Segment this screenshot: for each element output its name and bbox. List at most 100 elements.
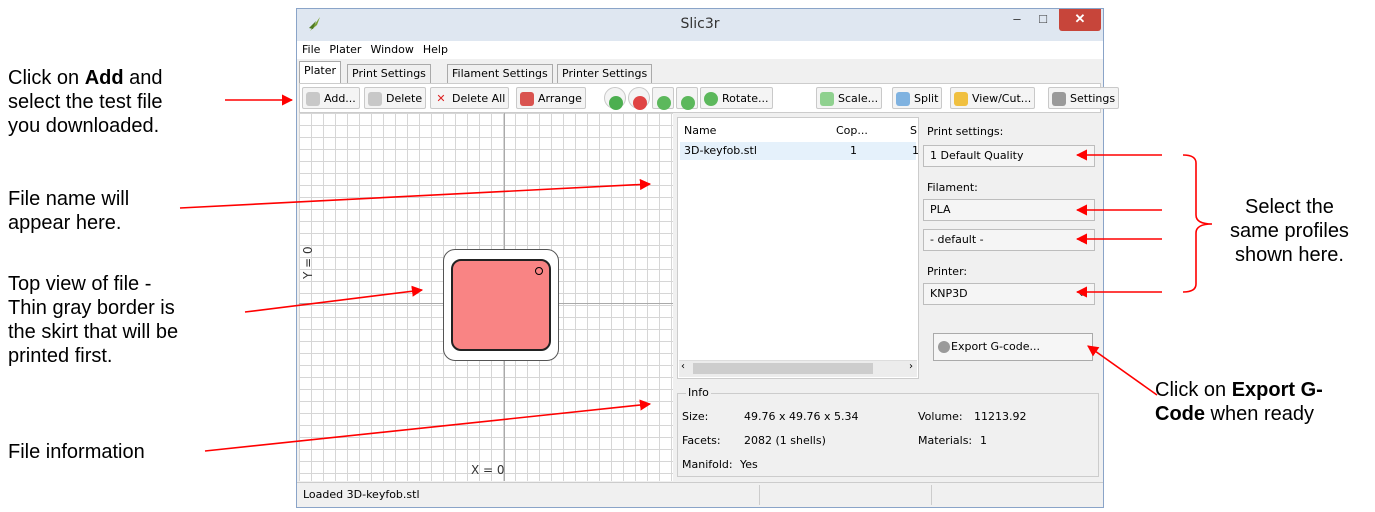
- delete-button-label: Delete: [386, 92, 423, 105]
- volume-label: Volume:: [918, 410, 963, 423]
- scroll-left-icon[interactable]: ‹: [681, 361, 685, 372]
- menu-plater[interactable]: Plater: [324, 41, 365, 56]
- facets-label: Facets:: [682, 434, 721, 447]
- print-settings-label: Print settings:: [927, 125, 1004, 138]
- status-bar: Loaded 3D-keyfob.stl: [297, 482, 1103, 507]
- settings-button-label: Settings: [1070, 92, 1116, 105]
- arrange-button-label: Arrange: [538, 92, 582, 105]
- facets-value: 2082 (1 shells): [744, 434, 826, 447]
- keyring-hole: [535, 267, 543, 275]
- callout-profiles: Select the same profiles shown here.: [1230, 195, 1349, 267]
- increase-copies-button[interactable]: [604, 87, 626, 110]
- printer-label: Printer:: [927, 265, 968, 278]
- minimize-button[interactable]: –: [1005, 9, 1029, 31]
- delete-button[interactable]: Delete: [364, 87, 427, 109]
- column-scale-header[interactable]: S: [910, 124, 917, 137]
- scale-icon: [820, 92, 834, 106]
- manifold-value: Yes: [740, 458, 758, 471]
- add-icon: [306, 92, 320, 106]
- delete-icon: [368, 92, 382, 106]
- callout-filename-line2: appear here.: [8, 212, 122, 234]
- add-button[interactable]: Add...: [302, 87, 360, 109]
- size-label: Size:: [682, 410, 709, 423]
- add-button-label: Add...: [324, 92, 356, 105]
- callout-export: Click on Export G- Code when ready: [1155, 378, 1323, 426]
- object-scale-cell: 1: [912, 144, 919, 157]
- split-button[interactable]: Split: [892, 87, 943, 109]
- settings-button[interactable]: Settings: [1048, 87, 1120, 109]
- rotate-button[interactable]: Rotate...: [700, 87, 773, 109]
- status-divider: [931, 485, 932, 505]
- volume-value: 11213.92: [974, 410, 1027, 423]
- rotate-right-button[interactable]: [676, 87, 698, 110]
- tab-printer-settings[interactable]: Printer Settings: [557, 64, 653, 83]
- tab-plater[interactable]: Plater: [299, 61, 342, 84]
- manifold-label: Manifold:: [682, 458, 733, 471]
- callout-add-line3: you downloaded.: [8, 115, 160, 137]
- callout-export-text: Click on: [1155, 379, 1232, 401]
- callout-topview-line4: printed first.: [8, 345, 113, 367]
- print-settings-value: 1 Default Quality: [930, 149, 1024, 162]
- printer-dropdown[interactable]: KNP3D ⌄: [923, 283, 1095, 305]
- materials-value: 1: [980, 434, 987, 447]
- callout-topview-line2: Thin gray border is: [8, 297, 175, 319]
- tab-print-settings[interactable]: Print Settings: [347, 64, 431, 83]
- rotate-right-icon: [681, 96, 695, 110]
- window-title: Slic3r: [680, 16, 720, 32]
- profiles-bracket: [1182, 154, 1213, 293]
- callout-add-text: Click on: [8, 67, 85, 89]
- scroll-right-icon[interactable]: ›: [909, 361, 913, 372]
- menu-help[interactable]: Help: [418, 41, 452, 56]
- maximize-button[interactable]: □: [1031, 9, 1055, 31]
- table-row[interactable]: 3D-keyfob.stl 1 1: [680, 142, 919, 160]
- object-list[interactable]: Name Cop... S 3D-keyfob.stl 1 1 ‹ ›: [677, 117, 919, 379]
- view-cut-icon: [954, 92, 968, 106]
- split-button-label: Split: [914, 92, 939, 105]
- rotate-button-label: Rotate...: [722, 92, 769, 105]
- plus-icon: [609, 96, 623, 110]
- filament-2-dropdown[interactable]: - default - ⌄: [923, 229, 1095, 251]
- info-panel: Info Size: 49.76 x 49.76 x 5.34 Facets: …: [677, 386, 1099, 477]
- callout-add-text2: and: [123, 67, 163, 89]
- gear-icon: [938, 341, 950, 353]
- decrease-copies-button[interactable]: [628, 87, 650, 110]
- menu-bar: File Plater Window Help: [297, 41, 1103, 59]
- print-settings-dropdown[interactable]: 1 Default Quality ⌄: [923, 145, 1095, 167]
- printer-value: KNP3D: [930, 287, 968, 300]
- gear-icon: [1052, 92, 1066, 106]
- rotate-left-button[interactable]: [652, 87, 674, 110]
- callout-profiles-line3: shown here.: [1234, 244, 1344, 266]
- callout-topview: Top view of file - Thin gray border is t…: [8, 272, 178, 368]
- minus-icon: [633, 96, 647, 110]
- callout-export-bold: Export G-: [1231, 379, 1323, 401]
- export-gcode-button[interactable]: Export G-code...: [933, 333, 1093, 361]
- filament-dropdown[interactable]: PLA ⌄: [923, 199, 1095, 221]
- export-gcode-label: Export G-code...: [951, 340, 1041, 353]
- close-button[interactable]: ✕: [1059, 9, 1101, 31]
- callout-filename-line1: File name will: [8, 188, 130, 210]
- horizontal-scrollbar[interactable]: ‹ ›: [679, 360, 917, 377]
- callout-add-bold: Add: [84, 67, 124, 89]
- arrange-button[interactable]: Arrange: [516, 87, 586, 109]
- delete-all-button[interactable]: ✕ Delete All: [430, 87, 510, 109]
- object-top-view[interactable]: [451, 259, 551, 351]
- object-name-cell: 3D-keyfob.stl: [684, 144, 757, 157]
- menu-file[interactable]: File: [297, 41, 324, 56]
- menu-window[interactable]: Window: [365, 41, 417, 56]
- callout-add: Click on Add and select the test file yo…: [8, 66, 163, 138]
- info-legend: Info: [686, 386, 711, 399]
- tab-filament-settings[interactable]: Filament Settings: [447, 64, 553, 83]
- delete-all-icon: ✕: [436, 92, 446, 105]
- filament-label: Filament:: [927, 181, 978, 194]
- scrollbar-thumb[interactable]: [693, 363, 873, 374]
- column-copies-header[interactable]: Cop...: [836, 124, 868, 137]
- size-value: 49.76 x 49.76 x 5.34: [744, 410, 859, 423]
- object-copies-cell: 1: [850, 144, 857, 157]
- status-text: Loaded 3D-keyfob.stl: [303, 488, 420, 501]
- filament-value: PLA: [930, 203, 951, 216]
- column-name-header[interactable]: Name: [684, 124, 716, 137]
- view-cut-button[interactable]: View/Cut...: [950, 87, 1036, 109]
- plater-toolbar: Add... Delete ✕ Delete All Arrange Rotate…: [299, 83, 1120, 113]
- plater-canvas[interactable]: Y = 0 X = 0: [299, 113, 673, 481]
- scale-button[interactable]: Scale...: [816, 87, 883, 109]
